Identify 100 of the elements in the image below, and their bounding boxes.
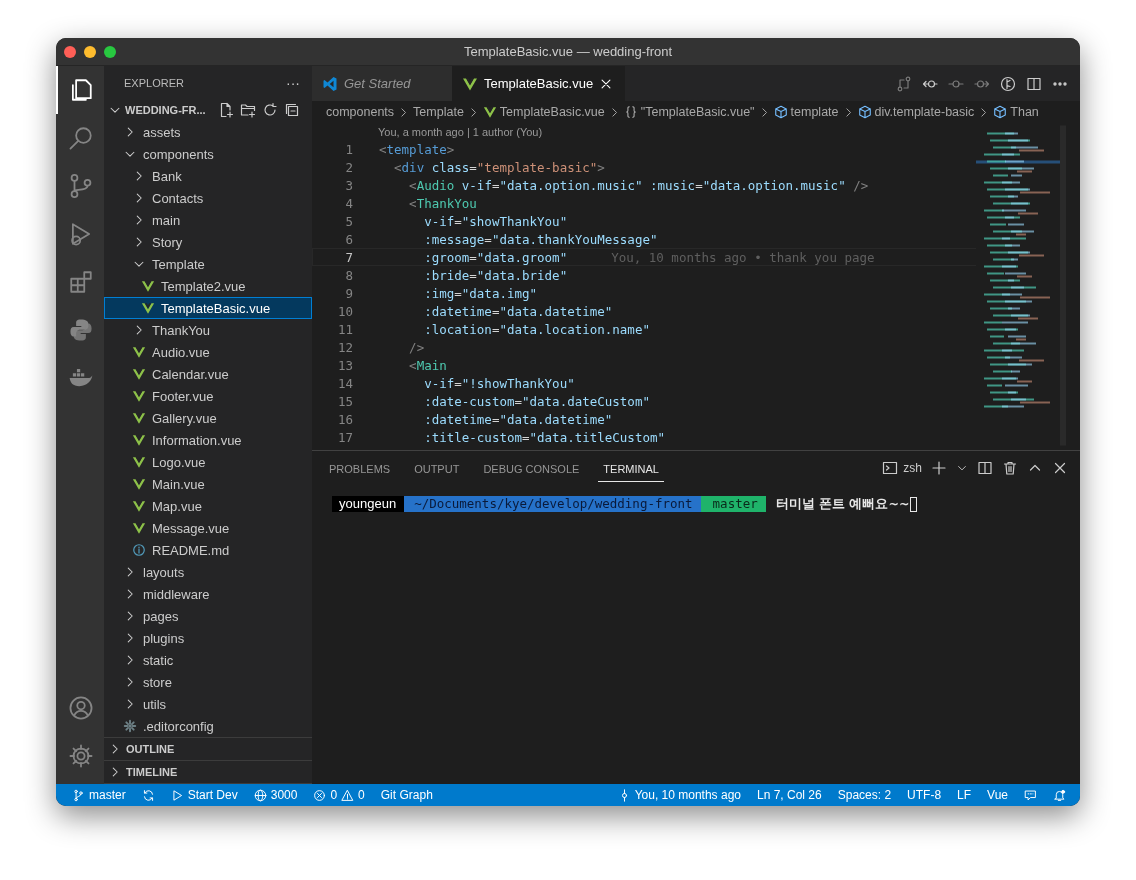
tree-item-label: Map.vue: [152, 498, 202, 514]
tree-item[interactable]: Message.vue: [104, 517, 312, 539]
tree-item-label: Footer.vue: [152, 388, 214, 404]
tree-item[interactable]: Footer.vue: [104, 385, 312, 407]
vue-file-icon: [132, 389, 146, 403]
tree-item[interactable]: assets: [104, 121, 312, 143]
tree-item[interactable]: ThankYou: [104, 319, 312, 341]
breadcrumb[interactable]: TemplateBasic.vue: [499, 105, 605, 119]
trash-icon[interactable]: [1002, 460, 1018, 476]
tree-item[interactable]: components: [104, 143, 312, 165]
breadcrumb[interactable]: components: [326, 105, 395, 119]
new-file-icon[interactable]: [218, 102, 234, 119]
tree-item[interactable]: Template: [104, 253, 312, 275]
breadcrumb[interactable]: Than: [1010, 105, 1039, 119]
terminal-icon[interactable]: [882, 460, 899, 476]
tree-item[interactable]: Contacts: [104, 187, 312, 209]
tree-item[interactable]: .editorconfig: [104, 715, 312, 737]
close-window-button[interactable]: [64, 45, 76, 58]
close-icon[interactable]: [1052, 460, 1068, 476]
tree-item[interactable]: plugins: [104, 627, 312, 649]
split-terminal-icon[interactable]: [977, 460, 993, 476]
tree-item[interactable]: Map.vue: [104, 495, 312, 517]
vue-file-icon: [482, 105, 497, 119]
python-icon[interactable]: [68, 317, 94, 343]
status-item[interactable]: Vue: [981, 784, 1014, 806]
tree-item[interactable]: Main.vue: [104, 473, 312, 495]
more-actions-button[interactable]: ···: [286, 74, 300, 91]
tree-item[interactable]: middleware: [104, 583, 312, 605]
status-item[interactable]: Spaces: 2: [831, 784, 898, 806]
tree-item[interactable]: README.md: [104, 539, 312, 561]
editor-tab[interactable]: TemplateBasic.vue: [452, 66, 626, 101]
editor-tab[interactable]: Get Started: [312, 66, 452, 101]
add-terminal-icon[interactable]: [931, 460, 947, 476]
section-title: OUTLINE: [126, 743, 175, 755]
split-editor-icon[interactable]: [1026, 75, 1042, 92]
source-control-icon[interactable]: [68, 173, 94, 199]
tree-item[interactable]: Story: [104, 231, 312, 253]
section-header[interactable]: OUTLINE: [104, 738, 312, 761]
tree-item[interactable]: static: [104, 649, 312, 671]
tree-item-label: Story: [152, 234, 183, 250]
search-icon[interactable]: [68, 125, 94, 151]
status-item[interactable]: 3000: [247, 784, 304, 806]
status-item[interactable]: UTF-8: [901, 784, 948, 806]
codelens-text[interactable]: You, a month ago | 1 author (You): [378, 125, 543, 138]
tree-item[interactable]: pages: [104, 605, 312, 627]
zoom-window-button[interactable]: [104, 45, 116, 58]
tree-item[interactable]: store: [104, 671, 312, 693]
status-item[interactable]: Git Graph: [374, 784, 439, 806]
panel-tab[interactable]: DEBUG CONSOLE: [478, 454, 585, 482]
tree-item[interactable]: Audio.vue: [104, 341, 312, 363]
status-item[interactable]: LF: [951, 784, 978, 806]
code-line: <Audio v-if="data.option.music" :music="data.option.music" />: [408, 177, 869, 193]
refresh-icon[interactable]: [262, 102, 278, 119]
status-item[interactable]: You, 10 months ago: [611, 784, 747, 806]
tree-item[interactable]: utils: [104, 693, 312, 715]
tree-item[interactable]: Calendar.vue: [104, 363, 312, 385]
tree-item-label: utils: [143, 696, 167, 712]
tree-item[interactable]: Template2.vue: [104, 275, 312, 297]
status-item[interactable]: Start Dev: [164, 784, 244, 806]
tree-item-label: Message.vue: [152, 520, 230, 536]
line-number: 12: [336, 339, 354, 355]
tree-item[interactable]: Bank: [104, 165, 312, 187]
code-line: :img="data.img": [423, 285, 538, 301]
tree-item[interactable]: Logo.vue: [104, 451, 312, 473]
panel-tab[interactable]: PROBLEMS: [324, 454, 396, 482]
breadcrumb[interactable]: Template: [413, 105, 464, 119]
tree-item-label: assets: [143, 124, 181, 140]
new-folder-icon[interactable]: [240, 102, 256, 119]
tree-item[interactable]: TemplateBasic.vue: [104, 297, 312, 319]
globe-icon: [253, 788, 267, 802]
tree-item-label: Contacts: [152, 190, 204, 206]
tree-item[interactable]: main: [104, 209, 312, 231]
terminal-shell-label[interactable]: zsh: [903, 461, 922, 475]
tree-item[interactable]: layouts: [104, 561, 312, 583]
settings-icon[interactable]: [68, 743, 94, 769]
code-line: <div class="template-basic">: [393, 159, 605, 175]
line-number: 8: [344, 267, 354, 283]
vue-file-icon: [132, 345, 146, 359]
status-item[interactable]: Ln 7, Col 26: [751, 784, 828, 806]
breadcrumb[interactable]: template: [790, 105, 839, 119]
tree-item-label: .editorconfig: [143, 718, 214, 734]
minimap-drawing[interactable]: [976, 123, 1066, 448]
minimize-window-button[interactable]: [84, 45, 96, 58]
panel-tab[interactable]: OUTPUT: [409, 454, 465, 482]
extensions-icon[interactable]: [68, 269, 94, 295]
panel-tab[interactable]: TERMINAL: [598, 454, 664, 482]
breadcrumb[interactable]: div.template-basic: [874, 105, 975, 119]
workspace-header[interactable]: WEDDING-FR...: [104, 99, 312, 121]
problems-status[interactable]: 0 0: [307, 784, 371, 806]
status-item[interactable]: master: [66, 784, 132, 806]
timeline-icon[interactable]: [1000, 75, 1016, 92]
account-icon[interactable]: [68, 695, 94, 721]
line-number: 3: [344, 177, 354, 193]
compare-icon[interactable]: [896, 75, 912, 92]
tree-item[interactable]: Information.vue: [104, 429, 312, 451]
breadcrumb[interactable]: "TemplateBasic.vue": [640, 105, 755, 119]
tree-item[interactable]: Gallery.vue: [104, 407, 312, 429]
tree-item-label: middleware: [143, 586, 210, 602]
collapse-all-icon[interactable]: [284, 102, 300, 119]
line-number: 15: [336, 393, 354, 409]
